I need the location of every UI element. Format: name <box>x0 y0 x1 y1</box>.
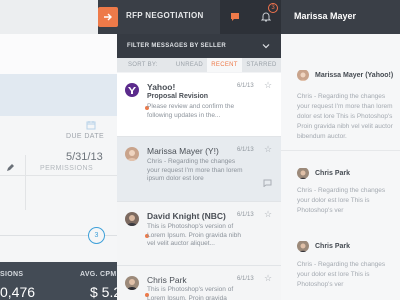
star-icon[interactable]: ☆ <box>264 144 272 155</box>
sender-name: Marissa Mayer (Y!) <box>147 146 219 156</box>
step-indicator[interactable]: 3 <box>88 227 105 244</box>
arrow-right-icon <box>104 13 112 21</box>
bell-icon <box>260 12 271 22</box>
message-item[interactable]: Chris Park 6/1/13 ☆ This is Photoshop's … <box>117 266 281 300</box>
avatar <box>125 212 139 226</box>
chat-message-text: Proin gravida nibh vel velit auctor bibe… <box>297 123 393 140</box>
message-item[interactable]: Marissa Mayer (Y!) 6/1/13 ☆ Chris - Rega… <box>117 137 281 202</box>
sender-name: David Knight (NBC) <box>147 211 226 221</box>
message-preview: Chris - Regarding the changes your reque… <box>147 158 243 182</box>
avatar <box>125 276 139 290</box>
avatar <box>297 240 309 252</box>
message-date: 6/1/13 <box>237 212 254 218</box>
chat-button[interactable] <box>220 0 250 34</box>
calendar-icon <box>86 121 96 130</box>
left-header-strip <box>0 34 117 74</box>
divider <box>281 150 400 151</box>
divider <box>25 155 26 210</box>
tab-recent[interactable]: RECENT <box>207 58 242 72</box>
message-item[interactable]: Yahoo! Proposal Revision 6/1/13 ☆ Please… <box>117 73 281 137</box>
chat-sender-name: Chris Park <box>315 170 351 177</box>
left-topbar-area <box>0 0 98 34</box>
chat-message-text: Chris - Regarding the changes your dolor… <box>297 187 386 214</box>
chat-sender-name: Marissa Mayer (Yahoo!) <box>315 72 394 79</box>
page-title: RFP NEGOTIATION <box>126 11 204 20</box>
chevron-down-icon[interactable] <box>262 42 270 50</box>
chat-message-text: Chris - Regarding the changes your dolor… <box>297 261 386 288</box>
due-date-label: DUE DATE <box>66 133 105 140</box>
due-date-value: 5/31/13 <box>66 151 103 163</box>
sender-name: Chris Park <box>147 275 187 285</box>
notification-count-badge: 3 <box>268 3 278 13</box>
message-preview: This is Photoshop's version of Lorem Ips… <box>147 223 241 247</box>
tab-unread[interactable]: UNREAD <box>172 58 207 72</box>
tab-starred[interactable]: STARRED <box>243 58 280 72</box>
forward-arrow-button[interactable] <box>98 7 118 27</box>
avatar <box>125 147 139 161</box>
message-date: 6/1/13 <box>237 276 254 282</box>
stats-label-avg-cpm: AVG. CPM <box>80 271 117 278</box>
star-icon[interactable]: ☆ <box>264 209 272 220</box>
message-subject: Proposal Revision <box>147 93 209 100</box>
message-date: 6/1/13 <box>237 83 254 89</box>
avatar <box>297 69 309 81</box>
divider <box>0 175 117 176</box>
message-item[interactable]: David Knight (NBC) 6/1/13 ☆ This is Phot… <box>117 202 281 266</box>
sender-name: Yahoo! <box>147 82 176 92</box>
yahoo-logo-icon <box>125 83 139 97</box>
star-icon[interactable]: ☆ <box>264 273 272 284</box>
user-name[interactable]: Marissa Mayer <box>294 11 356 21</box>
sort-label: SORT BY: <box>128 62 158 68</box>
stats-value-impressions: 0,476 <box>0 284 36 300</box>
chat-bubble-icon[interactable] <box>263 179 272 187</box>
stats-label-impressions: SIONS <box>0 271 24 278</box>
left-blue-strip <box>0 74 117 116</box>
avatar <box>297 167 309 179</box>
pencil-icon[interactable] <box>5 163 15 173</box>
message-preview: Please review and confirm the following … <box>147 103 235 119</box>
filter-label: FILTER MESSAGES BY SELLER <box>127 43 226 49</box>
message-date: 6/1/13 <box>237 147 254 153</box>
permissions-label: PERMISSIONS <box>40 165 94 172</box>
chat-message-text: Chris - Regarding the changes your reque… <box>297 93 393 120</box>
star-icon[interactable]: ☆ <box>264 80 272 91</box>
chat-bubble-icon <box>231 13 239 21</box>
chat-sender-name: Chris Park <box>315 243 351 250</box>
message-preview: This is Photoshop's version of Lorem Ips… <box>147 286 234 300</box>
